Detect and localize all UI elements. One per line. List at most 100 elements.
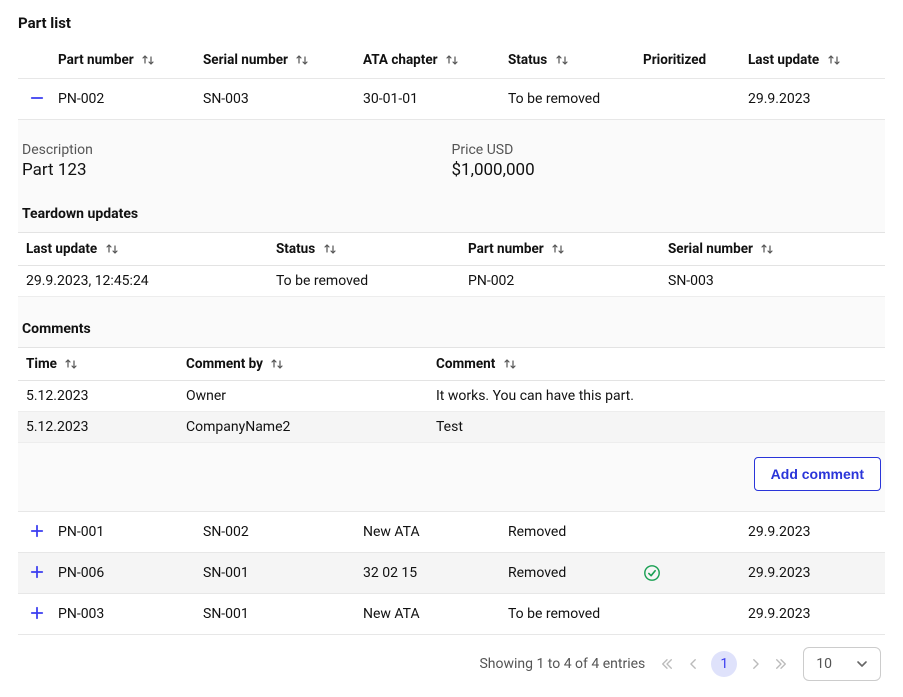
add-comment-button[interactable]: Add comment [754, 457, 881, 491]
column-expander [18, 42, 58, 79]
column-label: Last update [26, 241, 97, 257]
teardown-col-serial-number[interactable]: Serial number [660, 233, 885, 266]
cell-part-number: PN-003 [58, 594, 203, 635]
cell-serial-number: SN-003 [203, 79, 363, 120]
angle-left-icon [689, 658, 698, 670]
price-label: Price USD [452, 142, 882, 158]
cell-prioritized [643, 553, 748, 594]
column-part-number[interactable]: Part number [58, 42, 203, 79]
cell-prioritized [643, 594, 748, 635]
column-label: Part number [58, 52, 134, 68]
table-row: PN-002 SN-003 30-01-01 To be removed 29.… [18, 79, 885, 120]
table-row: PN-001 SN-002 New ATA Removed 29.9.2023 [18, 512, 885, 553]
comments-heading: Comments [18, 315, 885, 347]
description-label: Description [22, 142, 452, 158]
column-prioritized[interactable]: Prioritized [643, 42, 748, 79]
column-label: Serial number [203, 52, 288, 68]
expand-row-button[interactable] [28, 563, 46, 581]
price-block: Price USD $1,000,000 [452, 142, 882, 180]
cell-prioritized [643, 512, 748, 553]
cell-last-update: 29.9.2023 [748, 512, 885, 553]
expand-row-button[interactable] [28, 604, 46, 622]
teardown-col-status[interactable]: Status [268, 233, 460, 266]
cell-ata-chapter: 32 02 15 [363, 553, 508, 594]
last-page-button[interactable] [773, 658, 789, 670]
teardown-updates-table: Last update Status Part number [18, 232, 885, 297]
next-page-button[interactable] [747, 658, 763, 670]
description-block: Description Part 123 [22, 142, 452, 180]
cell-prioritized [643, 79, 748, 120]
column-serial-number[interactable]: Serial number [203, 42, 363, 79]
cell-ata-chapter: 30-01-01 [363, 79, 508, 120]
cell-part-number: PN-002 [58, 79, 203, 120]
teardown-col-part-number[interactable]: Part number [460, 233, 660, 266]
minus-icon [30, 91, 44, 105]
table-row: PN-006 SN-001 32 02 15 Removed 29.9.2023 [18, 553, 885, 594]
teardown-col-last-update[interactable]: Last update [18, 233, 268, 266]
comment-time: 5.12.2023 [18, 412, 178, 443]
comment-text: It works. You can have this part. [428, 381, 885, 412]
cell-serial-number: SN-002 [203, 512, 363, 553]
check-circle-icon [643, 565, 661, 581]
sort-icon [64, 357, 78, 371]
comments-col-comment[interactable]: Comment [428, 348, 885, 381]
cell-last-update: 29.9.2023 [748, 594, 885, 635]
teardown-part-number: PN-002 [460, 266, 660, 297]
cell-part-number: PN-006 [58, 553, 203, 594]
part-list-table: Part number Serial number ATA chapter St… [18, 42, 885, 635]
cell-ata-chapter: New ATA [363, 594, 508, 635]
sort-icon [295, 53, 309, 67]
column-status[interactable]: Status [508, 42, 643, 79]
sort-icon [270, 357, 284, 371]
cell-last-update: 29.9.2023 [748, 79, 885, 120]
column-label: Time [26, 356, 57, 372]
comment-time: 5.12.2023 [18, 381, 178, 412]
sort-icon [141, 53, 155, 67]
plus-icon [30, 606, 44, 620]
table-row: PN-003 SN-001 New ATA To be removed 29.9… [18, 594, 885, 635]
column-label: Status [276, 241, 315, 257]
showing-entries-text: Showing 1 to 4 of 4 entries [479, 656, 645, 672]
cell-status: To be removed [508, 79, 643, 120]
cell-serial-number: SN-001 [203, 553, 363, 594]
comments-col-comment-by[interactable]: Comment by [178, 348, 428, 381]
cell-status: Removed [508, 553, 643, 594]
sort-icon [323, 242, 337, 256]
cell-serial-number: SN-001 [203, 594, 363, 635]
prev-page-button[interactable] [685, 658, 701, 670]
column-ata-chapter[interactable]: ATA chapter [363, 42, 508, 79]
page-size-select[interactable]: 10 [803, 647, 881, 681]
cell-status: To be removed [508, 594, 643, 635]
angle-right-icon [751, 658, 760, 670]
collapse-row-button[interactable] [28, 89, 46, 107]
expand-row-button[interactable] [28, 522, 46, 540]
column-label: Last update [748, 52, 819, 68]
table-row: 5.12.2023 CompanyName2 Test [18, 412, 885, 443]
double-angle-left-icon [661, 658, 673, 670]
comment-text: Test [428, 412, 885, 443]
sort-icon [503, 357, 517, 371]
column-label: Status [508, 52, 547, 68]
first-page-button[interactable] [659, 658, 675, 670]
expanded-panel: Description Part 123 Price USD $1,000,00… [18, 120, 885, 511]
plus-icon [30, 524, 44, 538]
cell-ata-chapter: New ATA [363, 512, 508, 553]
column-label: Comment [436, 356, 495, 372]
description-value: Part 123 [22, 160, 452, 180]
comments-col-time[interactable]: Time [18, 348, 178, 381]
sort-icon [551, 242, 565, 256]
column-label: Part number [468, 241, 544, 257]
page-title: Part list [18, 14, 885, 32]
price-value: $1,000,000 [452, 160, 882, 180]
column-last-update[interactable]: Last update [748, 42, 885, 79]
column-label: Comment by [186, 356, 263, 372]
chevron-down-icon [856, 658, 868, 670]
sort-icon [445, 53, 459, 67]
page-number-button[interactable]: 1 [711, 651, 737, 677]
plus-icon [30, 565, 44, 579]
table-row: 5.12.2023 Owner It works. You can have t… [18, 381, 885, 412]
sort-icon [555, 53, 569, 67]
teardown-status: To be removed [268, 266, 460, 297]
paginator: 1 [659, 651, 789, 677]
table-row: 29.9.2023, 12:45:24 To be removed PN-002… [18, 266, 885, 297]
